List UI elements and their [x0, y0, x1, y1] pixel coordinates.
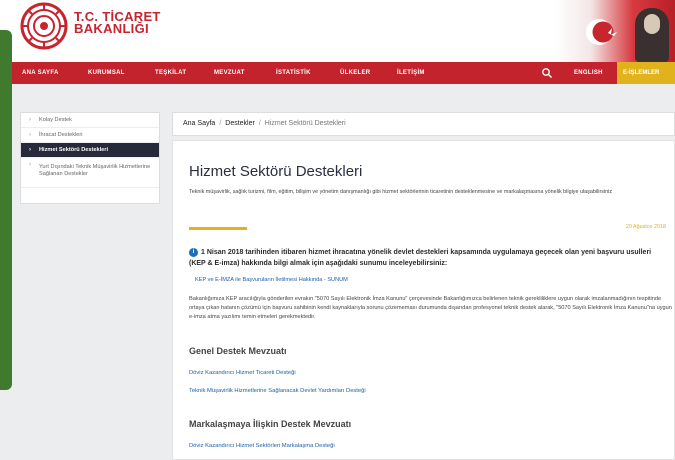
doviz-kazandirici-hizmet-link[interactable]: Döviz Kazandırıcı Hizmet Ticareti Desteğ…	[189, 370, 296, 376]
genel-destek-heading: Genel Destek Mevzuatı	[189, 346, 287, 356]
ministry-seal-icon[interactable]	[20, 2, 68, 50]
breadcrumb: Ana Sayfa / Destekler / Hizmet Sektörü Deste…	[172, 112, 675, 136]
sidebar-item-ihracat-destekleri[interactable]: › İhracat Destekleri	[21, 128, 159, 143]
chevron-right-icon: ›	[29, 147, 31, 153]
sidebar-item-label: İhracat Destekleri	[39, 132, 83, 138]
chevron-right-icon: ›	[29, 162, 31, 168]
page-subtitle: Teknik müşavirlik, sağlık turizmi, film,…	[189, 189, 613, 195]
info-icon: i	[189, 247, 198, 257]
markalasma-destegi-link[interactable]: Döviz Kazandırıcı Hizmet Sektörleri Mark…	[189, 443, 335, 449]
nav-istatistik[interactable]: İSTATİSTİK	[276, 62, 311, 84]
nav-mevzuat[interactable]: MEVZUAT	[214, 62, 245, 84]
page-title: Hizmet Sektörü Destekleri	[189, 163, 363, 180]
main-content: Hizmet Sektörü Destekleri Teknik müşavir…	[172, 140, 675, 460]
crescent-star-icon	[586, 19, 617, 45]
page: T.C. TİCARET BAKANLIĞI ANA SAYFA KURUMSA…	[0, 0, 675, 460]
title-divider	[189, 227, 247, 230]
kep-sunum-link[interactable]: KEP ve E-İMZA ile Başvuruların İletilmes…	[195, 277, 348, 283]
nav-teskilat[interactable]: TEŞKİLAT	[155, 62, 186, 84]
sidebar-item-label: Hizmet Sektörü Destekleri	[39, 147, 109, 153]
notice-body: 1 Nisan 2018 tarihinden itibaren hizmet …	[189, 249, 652, 267]
sidebar-menu: › Kolay Destek › İhracat Destekleri › Hi…	[20, 112, 160, 204]
search-icon[interactable]	[541, 67, 553, 79]
nav-iletisim[interactable]: İLETİŞİM	[397, 62, 425, 84]
window-edge	[0, 30, 12, 390]
sidebar-item-kolay-destek[interactable]: › Kolay Destek	[21, 113, 159, 128]
nav-ulkeler[interactable]: ÜLKELER	[340, 62, 370, 84]
notice-text: i1 Nisan 2018 tarihinden itibaren hizmet…	[189, 247, 669, 269]
publish-date: 20 Ağustos 2018	[625, 224, 666, 230]
sidebar-item-teknik-musavirlik[interactable]: › Yurt Dışındaki Teknik Müşavirlik Hizme…	[21, 158, 159, 188]
nav-ana-sayfa[interactable]: ANA SAYFA	[22, 62, 59, 84]
sidebar-item-label: Yurt Dışındaki Teknik Müşavirlik Hizmetl…	[39, 164, 151, 177]
flag-banner	[555, 0, 675, 62]
teknik-musavirlik-link[interactable]: Teknik Müşavirlik Hizmetlerine Sağlanaca…	[189, 388, 366, 394]
e-islemler-button[interactable]: E-İŞLEMLER	[617, 62, 675, 84]
breadcrumb-section[interactable]: Destekler	[225, 120, 255, 127]
sidebar-item-hizmet-sektoru[interactable]: › Hizmet Sektörü Destekleri	[21, 143, 159, 158]
chevron-right-icon: ›	[29, 132, 31, 138]
main-navbar: ANA SAYFA KURUMSAL TEŞKİLAT MEVZUAT İSTA…	[0, 62, 675, 84]
sidebar-item-label: Kolay Destek	[39, 117, 72, 123]
brand-name[interactable]: T.C. TİCARET BAKANLIĞI	[74, 10, 161, 36]
nav-kurumsal[interactable]: KURUMSAL	[88, 62, 125, 84]
brand-line-2: BAKANLIĞI	[74, 21, 149, 36]
breadcrumb-home[interactable]: Ana Sayfa	[183, 120, 215, 127]
portrait-image	[635, 8, 669, 62]
chevron-right-icon: ›	[29, 117, 31, 123]
nav-english[interactable]: ENGLISH	[574, 62, 603, 84]
breadcrumb-current: Hizmet Sektörü Destekleri	[264, 120, 346, 127]
markalasma-heading: Markalaşmaya İlişkin Destek Mevzuatı	[189, 419, 352, 429]
site-header: T.C. TİCARET BAKANLIĞI	[0, 0, 675, 62]
info-paragraph: Bakanlığımıza KEP aracılığıyla gönderile…	[189, 296, 672, 320]
